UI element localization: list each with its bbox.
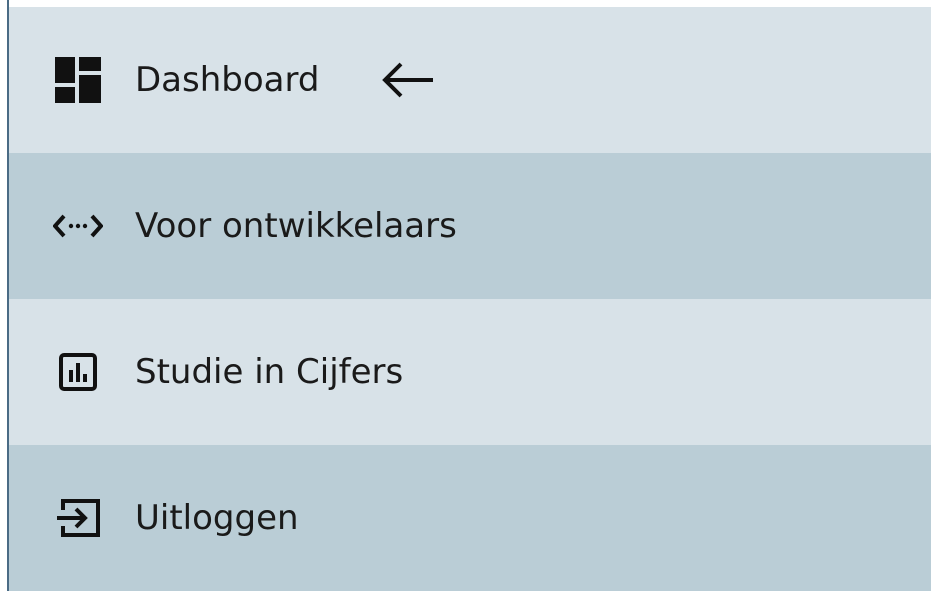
nav-item-dashboard[interactable]: Dashboard — [9, 7, 931, 153]
code-icon — [53, 201, 103, 251]
nav-item-label: Dashboard — [135, 60, 320, 100]
arrow-left-icon — [377, 60, 437, 100]
navigation-panel: Dashboard Voor ontwikkelaars Studie in C… — [0, 0, 931, 591]
logout-icon — [53, 493, 103, 543]
nav-item-label: Studie in Cijfers — [135, 352, 404, 392]
bar-chart-icon — [53, 347, 103, 397]
nav-item-label: Voor ontwikkelaars — [135, 206, 457, 246]
nav-item-statistics[interactable]: Studie in Cijfers — [9, 299, 931, 445]
nav-item-label: Uitloggen — [135, 498, 299, 538]
nav-menu: Dashboard Voor ontwikkelaars Studie in C… — [9, 7, 931, 591]
panel-left-border — [0, 0, 9, 591]
nav-item-developers[interactable]: Voor ontwikkelaars — [9, 153, 931, 299]
nav-item-logout[interactable]: Uitloggen — [9, 445, 931, 591]
dashboard-icon — [53, 55, 103, 105]
